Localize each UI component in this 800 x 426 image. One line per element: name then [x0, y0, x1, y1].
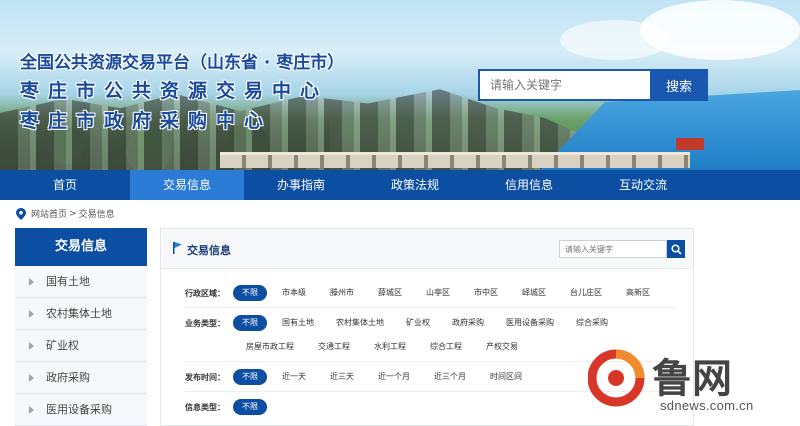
header-search-button[interactable]: 搜索	[650, 69, 708, 101]
chip-time-any[interactable]: 不限	[233, 369, 267, 385]
chip-business-medical[interactable]: 医用设备采购	[497, 315, 563, 331]
panel-title: 交易信息	[187, 244, 231, 257]
nav-item-service-guide[interactable]: 办事指南	[244, 170, 358, 200]
chip-business-comprehensive-engineering[interactable]: 综合工程	[421, 339, 471, 355]
chip-region-shanting[interactable]: 山亭区	[417, 285, 459, 301]
cloud-decoration	[560, 20, 670, 60]
header-banner: 全国公共资源交易平台（山东省 · 枣庄市） 枣庄市公共资源交易中心 枣庄市政府采…	[0, 0, 800, 170]
filter-label-region: 行政区域：	[185, 288, 225, 298]
site-title: 全国公共资源交易平台（山东省 · 枣庄市）	[20, 53, 345, 73]
triangle-right-icon	[29, 277, 34, 286]
site-title-block: 全国公共资源交易平台（山东省 · 枣庄市） 枣庄市公共资源交易中心 枣庄市政府采…	[20, 48, 344, 133]
chip-time-range[interactable]: 时间区间	[481, 369, 531, 385]
chip-time-1day[interactable]: 近一天	[273, 369, 315, 385]
chip-business-property-rights[interactable]: 产权交易	[477, 339, 527, 355]
breadcrumb-separator: >	[69, 208, 77, 219]
filter-info-type: 信息类型： 不限	[185, 399, 267, 415]
sidebar-item-gov-procurement[interactable]: 政府采购	[15, 362, 147, 394]
triangle-right-icon	[29, 341, 34, 350]
triangle-right-icon	[29, 373, 34, 382]
main-nav: 首页 交易信息 办事指南 政策法规 信用信息 互动交流	[0, 170, 800, 200]
sidebar-item-label: 国有土地	[46, 274, 90, 288]
chip-business-state-land[interactable]: 国有土地	[273, 315, 323, 331]
panel-header: 交易信息	[161, 229, 693, 269]
chip-region-any[interactable]: 不限	[233, 285, 267, 301]
watermark-site: sdnews.com.cn	[660, 398, 754, 413]
triangle-right-icon	[29, 309, 34, 318]
panel-search-input[interactable]	[559, 240, 667, 258]
site-subtitle-procurement-center: 枣庄市政府采购中心	[20, 110, 273, 132]
nav-item-interaction[interactable]: 互动交流	[586, 170, 700, 200]
location-pin-icon	[16, 207, 26, 220]
sidebar-item-mining-rights[interactable]: 矿业权	[15, 330, 147, 362]
filter-label-info-type: 信息类型：	[185, 402, 225, 412]
filter-region: 行政区域： 不限 市本级 滕州市 薛城区 山亭区 市中区 峄城区 台儿庄区 高新…	[185, 285, 659, 301]
flag-icon	[173, 242, 182, 254]
banner-bridge	[220, 152, 690, 168]
nav-item-home[interactable]: 首页	[0, 170, 130, 200]
sidebar-item-label: 政府采购	[46, 370, 90, 384]
row-divider	[185, 307, 675, 308]
sidebar-item-medical-equipment[interactable]: 医用设备采购	[15, 394, 147, 426]
filter-label-time: 发布时间：	[185, 372, 225, 382]
filter-business-type-row2: 房屋市政工程 交通工程 水利工程 综合工程 产权交易	[237, 339, 527, 355]
nav-item-policies[interactable]: 政策法规	[358, 170, 472, 200]
panel-search-button[interactable]	[667, 240, 685, 258]
chip-business-comprehensive-procurement[interactable]: 综合采购	[567, 315, 617, 331]
filter-publish-time: 发布时间： 不限 近一天 近三天 近一个月 近三个月 时间区间	[185, 369, 531, 385]
chip-region-yicheng[interactable]: 峄城区	[513, 285, 555, 301]
header-search-input[interactable]	[478, 69, 650, 101]
chip-region-tengzhou[interactable]: 滕州市	[321, 285, 363, 301]
chip-region-hitech[interactable]: 高新区	[617, 285, 659, 301]
nav-item-credit-info[interactable]: 信用信息	[472, 170, 586, 200]
sidebar: 交易信息 国有土地 农村集体土地 矿业权 政府采购 医用设备采购	[15, 228, 147, 426]
chip-region-xuecheng[interactable]: 薛城区	[369, 285, 411, 301]
sidebar-item-label: 矿业权	[46, 338, 79, 352]
nav-item-trading-info[interactable]: 交易信息	[130, 170, 244, 200]
sidebar-item-state-land[interactable]: 国有土地	[15, 266, 147, 298]
sidebar-item-rural-land[interactable]: 农村集体土地	[15, 298, 147, 330]
chip-business-rural-land[interactable]: 农村集体土地	[327, 315, 393, 331]
sidebar-title: 交易信息	[15, 228, 147, 266]
chip-info-any[interactable]: 不限	[233, 399, 267, 415]
chip-region-taierzhuang[interactable]: 台儿庄区	[561, 285, 611, 301]
chip-business-housing[interactable]: 房屋市政工程	[237, 339, 303, 355]
chip-business-mining[interactable]: 矿业权	[397, 315, 439, 331]
chip-region-shizhong[interactable]: 市中区	[465, 285, 507, 301]
sidebar-item-label: 农村集体土地	[46, 306, 112, 320]
chip-time-1month[interactable]: 近一个月	[369, 369, 419, 385]
breadcrumb-current: 交易信息	[78, 210, 115, 220]
chip-business-water[interactable]: 水利工程	[365, 339, 415, 355]
chip-region-city[interactable]: 市本级	[273, 285, 315, 301]
chip-business-transport[interactable]: 交通工程	[309, 339, 359, 355]
filter-label-business: 业务类型：	[185, 318, 225, 328]
sdnews-logo-icon	[588, 349, 645, 407]
banner-boat	[676, 138, 704, 150]
triangle-right-icon	[29, 405, 34, 414]
header-search: 搜索	[478, 69, 708, 101]
site-subtitle-trading-center: 枣庄市公共资源交易中心	[20, 80, 329, 102]
chip-business-gov-procurement[interactable]: 政府采购	[443, 315, 493, 331]
search-icon	[670, 243, 682, 255]
breadcrumb: 网站首页 > 交易信息	[16, 207, 115, 220]
chip-time-3days[interactable]: 近三天	[321, 369, 363, 385]
chip-business-any[interactable]: 不限	[233, 315, 267, 331]
filter-business-type: 业务类型： 不限 国有土地 农村集体土地 矿业权 政府采购 医用设备采购 综合采…	[185, 315, 617, 331]
watermark-brand: 鲁网	[652, 356, 732, 402]
sidebar-item-label: 医用设备采购	[46, 402, 112, 416]
chip-time-3months[interactable]: 近三个月	[425, 369, 475, 385]
breadcrumb-home[interactable]: 网站首页	[31, 207, 67, 220]
panel-search	[559, 240, 685, 258]
